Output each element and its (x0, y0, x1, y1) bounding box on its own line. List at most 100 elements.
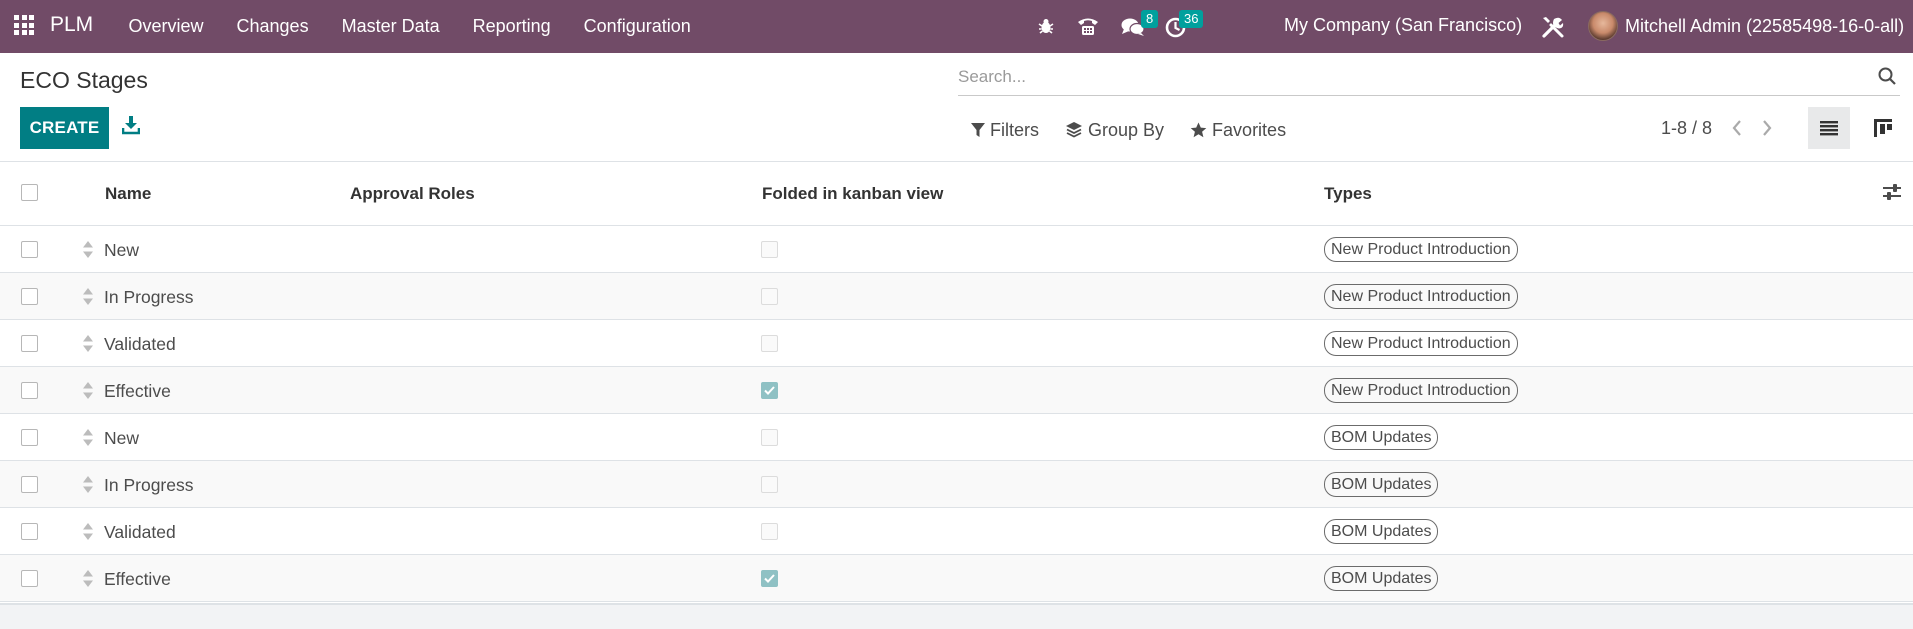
company-switcher[interactable]: My Company (San Francisco) (1284, 15, 1522, 36)
stage-name: In Progress (104, 475, 194, 495)
table-row[interactable]: New BOM Updates (0, 414, 1913, 461)
search-options: Filters Group By Favorites (971, 118, 1312, 142)
table-row[interactable]: Validated BOM Updates (0, 508, 1913, 555)
table-row[interactable]: Effective New Product Introduction (0, 367, 1913, 414)
messages-badge: 8 (1141, 10, 1159, 28)
activities-clock-icon[interactable]: 36 (1164, 10, 1204, 38)
filters-label: Filters (990, 119, 1039, 140)
drag-handle-icon[interactable] (82, 334, 94, 353)
table-row[interactable]: New New Product Introduction (0, 226, 1913, 273)
table-row[interactable]: Effective BOM Updates (0, 555, 1913, 602)
table-row[interactable]: Validated New Product Introduction (0, 320, 1913, 367)
app-grid-icon[interactable] (14, 15, 34, 35)
star-icon (1190, 122, 1207, 137)
favorites-button[interactable]: Favorites (1190, 120, 1286, 141)
drag-handle-icon[interactable] (82, 475, 94, 494)
main-menu: Overview Changes Master Data Reporting C… (112, 0, 707, 53)
row-checkbox[interactable] (21, 335, 38, 352)
group-by-button[interactable]: Group By (1065, 120, 1164, 141)
layers-icon (1066, 122, 1082, 138)
row-checkbox[interactable] (21, 382, 38, 399)
folded-checkbox (761, 523, 778, 540)
phone-icon[interactable] (1077, 15, 1099, 37)
page-footer-area (0, 603, 1913, 629)
drag-handle-icon[interactable] (82, 381, 94, 400)
checkmark-icon (764, 386, 775, 395)
stage-name: In Progress (104, 287, 194, 307)
stage-name: New (104, 428, 140, 448)
drag-handle-icon[interactable] (82, 428, 94, 447)
menu-overview[interactable]: Overview (112, 16, 220, 37)
pager-previous-icon[interactable] (1731, 119, 1747, 139)
table-row[interactable]: In Progress New Product Introduction (0, 273, 1913, 320)
column-header-approval-roles[interactable]: Approval Roles (350, 184, 475, 204)
stage-name: New (104, 240, 140, 260)
type-tag: BOM Updates (1324, 519, 1439, 544)
table-body: New New Product Introduction In Progress Ne… (0, 226, 1913, 602)
filter-icon (971, 123, 985, 137)
user-name: Mitchell Admin (22585498-16-0-all) (1625, 15, 1905, 36)
filters-button[interactable]: Filters (971, 120, 1039, 141)
download-icon[interactable] (121, 115, 142, 137)
type-tag: BOM Updates (1324, 566, 1439, 591)
eco-stages-table: Name Approval Roles Folded in kanban vie… (0, 161, 1913, 602)
stage-name: Validated (104, 522, 176, 542)
user-menu[interactable]: Mitchell Admin (22585498-16-0-all) (1588, 11, 1904, 41)
app-brand[interactable]: PLM (50, 13, 93, 37)
select-all-checkbox[interactable] (21, 184, 38, 201)
optional-columns-icon[interactable] (1883, 184, 1901, 205)
kanban-view-button[interactable] (1862, 107, 1904, 149)
column-header-types[interactable]: Types (1324, 184, 1372, 204)
search-icon[interactable] (1878, 67, 1896, 90)
row-checkbox[interactable] (21, 523, 38, 540)
search-bar (958, 60, 1900, 96)
folded-checkbox (761, 570, 778, 587)
pager-next-icon[interactable] (1761, 119, 1777, 139)
type-tag: New Product Introduction (1324, 237, 1518, 262)
menu-master-data[interactable]: Master Data (325, 16, 456, 37)
checkmark-icon (764, 574, 775, 583)
menu-configuration[interactable]: Configuration (567, 16, 707, 37)
drag-handle-icon[interactable] (82, 240, 94, 259)
list-view-button[interactable] (1808, 107, 1850, 149)
type-tag: BOM Updates (1324, 425, 1439, 450)
search-input[interactable] (958, 60, 1838, 94)
folded-checkbox (761, 429, 778, 446)
stage-name: Effective (104, 381, 171, 401)
kanban-view-icon (1874, 119, 1892, 137)
column-header-name[interactable]: Name (105, 184, 151, 204)
favorites-label: Favorites (1212, 119, 1287, 140)
activities-badge: 36 (1179, 10, 1204, 28)
drag-handle-icon[interactable] (82, 569, 94, 588)
row-checkbox[interactable] (21, 241, 38, 258)
menu-reporting[interactable]: Reporting (456, 16, 567, 37)
stage-name: Effective (104, 569, 171, 589)
list-view-icon (1820, 121, 1838, 136)
create-button[interactable]: CREATE (20, 107, 109, 149)
row-checkbox[interactable] (21, 476, 38, 493)
tools-icon[interactable] (1540, 14, 1566, 40)
folded-checkbox (761, 382, 778, 399)
drag-handle-icon[interactable] (82, 522, 94, 541)
row-checkbox[interactable] (21, 570, 38, 587)
pager-value[interactable]: 1-8 / 8 (1661, 118, 1712, 139)
top-navbar: PLM Overview Changes Master Data Reporti… (0, 0, 1913, 53)
debug-bug-icon[interactable] (1036, 16, 1056, 36)
type-tag: BOM Updates (1324, 472, 1439, 497)
group-by-label: Group By (1088, 119, 1165, 140)
folded-checkbox (761, 476, 778, 493)
row-checkbox[interactable] (21, 429, 38, 446)
row-checkbox[interactable] (21, 288, 38, 305)
messages-icon[interactable]: 8 (1121, 10, 1159, 38)
type-tag: New Product Introduction (1324, 284, 1518, 309)
table-header: Name Approval Roles Folded in kanban vie… (0, 162, 1913, 226)
folded-checkbox (761, 335, 778, 352)
table-row[interactable]: In Progress BOM Updates (0, 461, 1913, 508)
folded-checkbox (761, 288, 778, 305)
type-tag: New Product Introduction (1324, 378, 1518, 403)
drag-handle-icon[interactable] (82, 287, 94, 306)
stage-name: Validated (104, 334, 176, 354)
menu-changes[interactable]: Changes (220, 16, 325, 37)
column-header-folded[interactable]: Folded in kanban view (762, 184, 943, 204)
folded-checkbox (761, 241, 778, 258)
